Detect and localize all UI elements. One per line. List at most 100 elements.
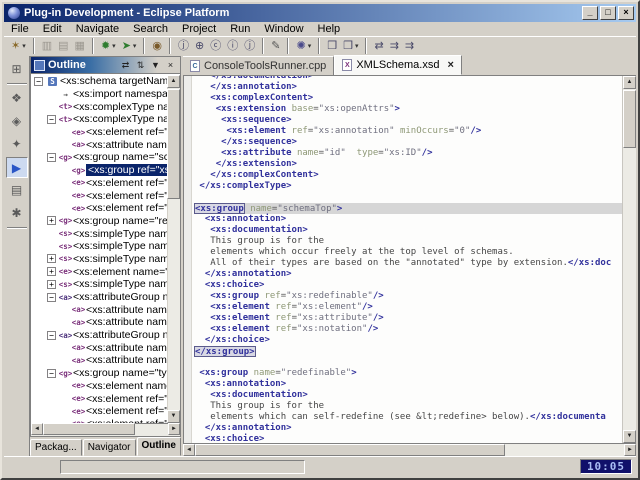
outline-item[interactable]: <e><xs:element ref="x xyxy=(31,189,167,202)
code-area[interactable]: </xs:documentation> </xs:annotation> <xs… xyxy=(194,76,622,443)
editor-tab-xmlschema-xsd[interactable]: X XMLSchema.xsd × xyxy=(334,55,462,75)
view-tab-packag[interactable]: Packag... xyxy=(30,439,82,456)
plugin-perspective-button[interactable]: ✦ xyxy=(6,134,28,155)
outline-item[interactable]: <e><xs:element ref="x xyxy=(31,177,167,190)
debug-perspective-button[interactable]: ▶ xyxy=(5,157,28,178)
outline-item[interactable]: −<t><xs:complexType name xyxy=(31,113,167,126)
scroll-right-icon[interactable]: ► xyxy=(168,423,180,435)
outline-item[interactable]: <a> <xs:attribute name xyxy=(31,138,167,151)
pencil-button[interactable]: ✎ xyxy=(269,38,282,55)
last-edit-location-button[interactable]: ⇄ xyxy=(372,38,385,55)
print-button[interactable]: ▦ xyxy=(73,38,87,55)
new-java-project-button[interactable]: ⓙ xyxy=(176,38,191,55)
new-interface-button[interactable]: ⓘ xyxy=(225,38,240,55)
link-with-editor-button[interactable]: ⇄ xyxy=(118,58,133,73)
scroll-right-icon[interactable]: ► xyxy=(624,444,636,456)
menu-item-project[interactable]: Project xyxy=(175,23,223,35)
scroll-up-icon[interactable]: ▲ xyxy=(167,75,180,88)
menu-item-run[interactable]: Run xyxy=(223,23,257,35)
collapse-icon[interactable]: − xyxy=(47,368,56,378)
new-package-button[interactable]: ⊕ xyxy=(193,38,206,55)
minimize-button[interactable]: _ xyxy=(582,6,598,20)
menu-item-window[interactable]: Window xyxy=(257,23,310,35)
outline-item[interactable]: −<g><xs:group name="sche xyxy=(31,151,167,164)
expand-icon[interactable]: + xyxy=(47,279,56,289)
menu-item-file[interactable]: File xyxy=(4,23,36,35)
outline-vertical-scrollbar[interactable]: ▲ ▼ xyxy=(167,75,180,423)
search-button[interactable]: ✺ ▾ xyxy=(294,38,313,55)
scroll-left-icon[interactable]: ◄ xyxy=(31,423,43,435)
collapse-icon[interactable]: − xyxy=(47,292,56,302)
menu-item-navigate[interactable]: Navigate xyxy=(69,23,126,35)
editor-vscroll-thumb[interactable] xyxy=(623,90,636,148)
outline-item[interactable]: <g> <xs:group ref="xs: xyxy=(31,164,167,177)
outline-item[interactable]: +<s><xs:simpleType name= xyxy=(31,278,167,291)
sort-button[interactable]: ⇅ xyxy=(133,58,148,73)
editor-hscroll-thumb[interactable] xyxy=(195,444,505,456)
close-button[interactable]: × xyxy=(618,6,634,20)
outline-vscroll-thumb[interactable] xyxy=(167,89,180,199)
new-junit-test-button[interactable]: ⓙ xyxy=(242,38,257,55)
editor-vertical-scrollbar[interactable]: ▲ ▼ xyxy=(622,76,636,443)
outline-item[interactable]: <t><xs:complexType name xyxy=(31,100,167,113)
run-button[interactable]: ➤ ▾ xyxy=(120,38,139,55)
outline-tree[interactable]: −S<xs:schema targetNamesp→<xs:import nam… xyxy=(31,75,167,423)
forward-button[interactable]: ⇉ xyxy=(403,38,416,55)
outline-item[interactable]: +<g><xs:group name="rede xyxy=(31,215,167,228)
view-tab-navigator[interactable]: Navigator xyxy=(82,439,136,456)
collapse-icon[interactable]: − xyxy=(47,330,56,340)
expand-icon[interactable]: + xyxy=(47,216,56,226)
debug-button[interactable]: ✹ ▾ xyxy=(99,38,118,55)
menu-item-help[interactable]: Help xyxy=(311,23,348,35)
outline-hscroll-thumb[interactable] xyxy=(43,423,135,435)
close-view-button[interactable]: × xyxy=(163,58,178,73)
back-button[interactable]: ⇉ xyxy=(388,38,401,55)
scroll-up-icon[interactable]: ▲ xyxy=(623,76,636,89)
outline-item[interactable]: <e><xs:element ref="x xyxy=(31,126,167,139)
scroll-down-icon[interactable]: ▼ xyxy=(623,430,636,443)
outline-item[interactable]: <s><xs:simpleType name= xyxy=(31,227,167,240)
open-perspective-button[interactable]: ⊞ xyxy=(6,59,28,80)
scroll-down-icon[interactable]: ▼ xyxy=(167,410,180,423)
outline-item[interactable]: −S<xs:schema targetNamesp xyxy=(31,75,167,88)
view-menu-button[interactable]: ▼ xyxy=(148,58,163,73)
scroll-left-icon[interactable]: ◄ xyxy=(183,444,195,456)
team-perspective-button[interactable]: ▤ xyxy=(6,180,28,201)
restore-button[interactable]: □ xyxy=(600,6,616,20)
expand-icon[interactable]: + xyxy=(47,267,56,277)
editor-horizontal-scrollbar[interactable]: ◄ ► xyxy=(183,443,636,456)
dropdown-arrow-icon[interactable]: ▾ xyxy=(355,42,359,50)
outline-item[interactable]: −<a><xs:attributeGroup nam xyxy=(31,329,167,342)
outline-item[interactable]: <a> <xs:attribute name xyxy=(31,303,167,316)
dropdown-arrow-icon[interactable]: ▾ xyxy=(22,42,26,50)
outline-item[interactable]: <e><xs:element ref="x xyxy=(31,392,167,405)
resource-perspective-button[interactable]: ❖ xyxy=(6,88,28,109)
collapse-icon[interactable]: − xyxy=(34,76,43,86)
outline-item[interactable]: <e><xs:element name= xyxy=(31,380,167,393)
view-tab-outline[interactable]: Outline xyxy=(136,437,181,456)
outline-item[interactable]: −<a><xs:attributeGroup nam xyxy=(31,291,167,304)
outline-item[interactable]: → <xs:import namespace= xyxy=(31,88,167,101)
new-class-button[interactable]: ⓒ xyxy=(208,38,223,55)
save-as-button[interactable]: ▤ xyxy=(56,38,70,55)
menu-item-search[interactable]: Search xyxy=(126,23,175,35)
editor-tab-consoletoolsrunner-cpp[interactable]: C ConsoleToolsRunner.cpp xyxy=(183,56,335,75)
console-button[interactable]: ◉ xyxy=(150,38,164,55)
outline-item[interactable]: +<e><xs:element name="sc xyxy=(31,265,167,278)
outline-item[interactable]: <a> <xs:attribute name xyxy=(31,341,167,354)
outline-horizontal-scrollbar[interactable]: ◄ ► xyxy=(30,423,181,437)
outline-item[interactable]: −<g><xs:group name="type xyxy=(31,367,167,380)
expand-icon[interactable]: + xyxy=(47,254,56,264)
outline-item[interactable]: <a> <xs:attribute name xyxy=(31,354,167,367)
outline-item[interactable]: +<s><xs:simpleType name= xyxy=(31,253,167,266)
collapse-icon[interactable]: − xyxy=(47,114,56,124)
dropdown-arrow-icon[interactable]: ▾ xyxy=(112,42,116,50)
save-button[interactable]: ▥ xyxy=(40,38,54,55)
menu-item-edit[interactable]: Edit xyxy=(36,23,69,35)
outline-item[interactable]: <a> <xs:attribute name xyxy=(31,316,167,329)
dropdown-arrow-icon[interactable]: ▾ xyxy=(308,42,312,50)
open-resource-button[interactable]: ❒ ▾ xyxy=(341,38,360,55)
outline-item[interactable]: <e><xs:element ref="x xyxy=(31,202,167,215)
xml-perspective-button[interactable]: ✱ xyxy=(6,203,28,224)
new-wizard-button[interactable]: ✶ ▾ xyxy=(9,38,28,55)
